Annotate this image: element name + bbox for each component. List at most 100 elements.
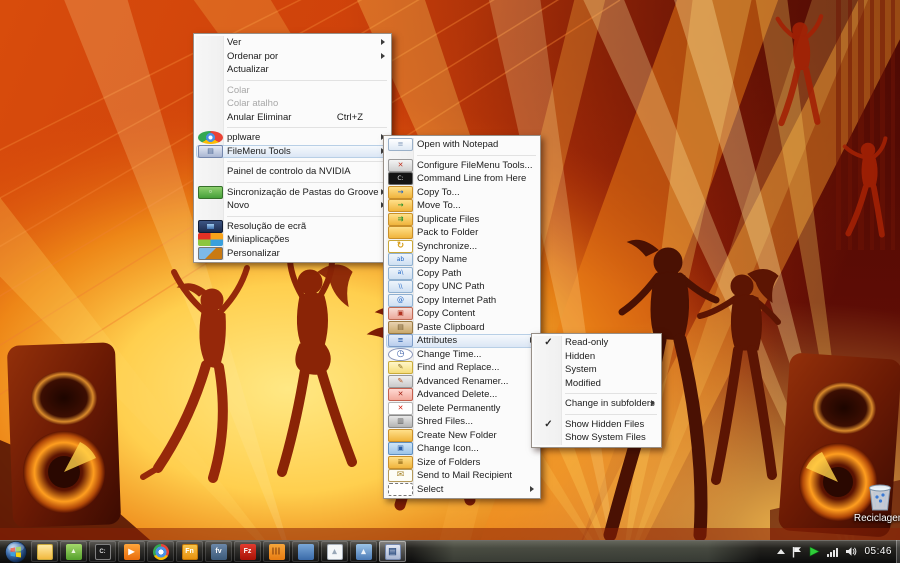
- menu-item-synchronize[interactable]: Synchronize...: [386, 240, 538, 254]
- menu-item-label: Ordenar por: [223, 51, 278, 62]
- menu-item-delete-permanently[interactable]: Delete Permanently: [386, 402, 538, 416]
- menu-item-label: Copy Name: [413, 254, 467, 265]
- show-desktop-button[interactable]: [896, 540, 900, 563]
- recycle-bin[interactable]: Reciclagem: [841, 481, 900, 524]
- menu-item-move-to[interactable]: Move To...: [386, 199, 538, 213]
- menu-item-label: Shred Files...: [413, 416, 473, 427]
- filemenu-tools-icon: [385, 544, 401, 560]
- select-icon: [388, 483, 413, 496]
- menu-item-copy-to[interactable]: Copy To...: [386, 186, 538, 200]
- taskbar-button-orange-bars-app[interactable]: [263, 541, 290, 562]
- taskbar-button-white-image-app[interactable]: [321, 541, 348, 562]
- taskbar-button-filemenu-tools[interactable]: [379, 541, 406, 562]
- taskbar-button-filezilla[interactable]: [234, 541, 261, 562]
- menu-item-painel-de-controlo-da-nvidia[interactable]: Painel de controlo da NVIDIA: [196, 165, 389, 179]
- taskbar-button-blue-doc-app[interactable]: [205, 541, 232, 562]
- menu-item-colar-atalho: Colar atalho: [196, 97, 389, 111]
- menu-item-novo[interactable]: Novo: [196, 199, 389, 213]
- menu-item-shortcut: Ctrl+Z: [337, 112, 375, 123]
- menu-item-read-only[interactable]: ✓Read-only: [534, 336, 659, 350]
- menu-item-ordenar-por[interactable]: Ordenar por: [196, 50, 389, 64]
- green-status-icon[interactable]: [809, 546, 820, 557]
- floor-strip: [0, 528, 900, 540]
- menu-item-find-and-replace[interactable]: Find and Replace...: [386, 361, 538, 375]
- menu-item-label: pplware: [223, 132, 260, 143]
- menu-item-label: Personalizar: [223, 248, 280, 259]
- menu-item-label: Copy Path: [413, 268, 461, 279]
- submenu-arrow-icon: [530, 486, 534, 492]
- menu-item-size-of-folders[interactable]: Size of Folders: [386, 456, 538, 470]
- menu-item-open-with-notepad[interactable]: Open with Notepad: [386, 138, 538, 152]
- taskbar-button-blue-image-app[interactable]: [350, 541, 377, 562]
- taskbar-button-blue-app[interactable]: [292, 541, 319, 562]
- taskbar-clock[interactable]: 05:46: [864, 546, 892, 557]
- menu-item-advanced-renamer[interactable]: Advanced Renamer...: [386, 375, 538, 389]
- menu-item-advanced-delete[interactable]: Advanced Delete...: [386, 388, 538, 402]
- taskbar-button-orange-folder-app[interactable]: [176, 541, 203, 562]
- menu-item-label: Synchronize...: [413, 241, 477, 252]
- checkmark-icon: ✓: [536, 419, 561, 430]
- menu-item-duplicate-files[interactable]: Duplicate Files: [386, 213, 538, 227]
- chrome-icon: [198, 131, 223, 144]
- filemenu-tools-submenu: Open with Notepad Configure FileMenu Tool…: [383, 135, 541, 499]
- paste-icon: [388, 321, 413, 334]
- newfolder-icon: [388, 429, 413, 442]
- menu-item-label: Anular Eliminar: [223, 112, 291, 123]
- menu-separator: [227, 182, 387, 183]
- attributes-icon: [388, 334, 413, 347]
- menu-item-label: Copy To...: [413, 187, 460, 198]
- taskbar-button-green-app[interactable]: [60, 541, 87, 562]
- taskbar-button-chrome[interactable]: [147, 541, 174, 562]
- menu-item-system[interactable]: System: [534, 363, 659, 377]
- menu-item-create-new-folder[interactable]: Create New Folder: [386, 429, 538, 443]
- start-button[interactable]: [5, 541, 27, 563]
- menu-item-personalizar[interactable]: Personalizar: [196, 247, 389, 261]
- menu-item-configure-filemenu-tools[interactable]: Configure FileMenu Tools...: [386, 159, 538, 173]
- menu-item-copy-path[interactable]: Copy Path: [386, 267, 538, 281]
- filezilla-icon: [240, 544, 256, 560]
- menu-item-shred-files[interactable]: Shred Files...: [386, 415, 538, 429]
- menu-item-sincroniza-o-de-pastas-do-groove[interactable]: Sincronização de Pastas do Groove: [196, 186, 389, 200]
- menu-item-copy-name[interactable]: Copy Name: [386, 253, 538, 267]
- menu-item-change-icon[interactable]: Change Icon...: [386, 442, 538, 456]
- menu-item-pplware[interactable]: pplware: [196, 131, 389, 145]
- menu-item-attributes[interactable]: Attributes: [386, 334, 538, 348]
- menu-item-miniaplica-es[interactable]: Miniaplicações: [196, 233, 389, 247]
- menu-item-copy-content[interactable]: Copy Content: [386, 307, 538, 321]
- action-center-flag-icon[interactable]: [792, 546, 802, 558]
- menu-item-change-in-subfolders[interactable]: Change in subfolders: [534, 397, 659, 411]
- explorer-icon: [37, 544, 53, 560]
- taskbar-button-command-prompt[interactable]: [89, 541, 116, 562]
- menu-item-change-time[interactable]: Change Time...: [386, 348, 538, 362]
- menu-item-command-line-from-here[interactable]: Command Line from Here: [386, 172, 538, 186]
- recycle-bin-icon: [865, 481, 895, 512]
- menu-item-label: Change Icon...: [413, 443, 479, 454]
- network-signal-icon[interactable]: [827, 547, 838, 557]
- submenu-arrow-icon: [381, 53, 385, 59]
- menu-item-ver[interactable]: Ver: [196, 36, 389, 50]
- menu-item-show-system-files[interactable]: Show System Files: [534, 431, 659, 445]
- menu-item-copy-unc-path[interactable]: Copy UNC Path: [386, 280, 538, 294]
- copy-name-icon: [388, 253, 413, 266]
- menu-item-actualizar[interactable]: Actualizar: [196, 63, 389, 77]
- menu-item-copy-internet-path[interactable]: Copy Internet Path: [386, 294, 538, 308]
- menu-item-resolu-o-de-ecr[interactable]: Resolução de ecrã: [196, 220, 389, 234]
- menu-item-paste-clipboard[interactable]: Paste Clipboard: [386, 321, 538, 335]
- copy-content-icon: [388, 307, 413, 320]
- menu-item-hidden[interactable]: Hidden: [534, 350, 659, 364]
- taskbar-button-media-player[interactable]: [118, 541, 145, 562]
- menu-item-filemenu-tools[interactable]: FileMenu Tools: [196, 145, 389, 159]
- desktop: Reciclagem VerOrdenar porActualizar Colar…: [0, 0, 900, 563]
- show-hidden-icons-button[interactable]: [777, 549, 785, 554]
- menu-item-label: Duplicate Files: [413, 214, 479, 225]
- display-icon: [198, 220, 223, 233]
- menu-item-show-hidden-files[interactable]: ✓Show Hidden Files: [534, 418, 659, 432]
- menu-item-modified[interactable]: Modified: [534, 377, 659, 391]
- volume-icon[interactable]: [845, 546, 857, 557]
- menu-item-select[interactable]: Select: [386, 483, 538, 497]
- taskbar-button-explorer[interactable]: [31, 541, 58, 562]
- menu-item-pack-to-folder[interactable]: Pack to Folder: [386, 226, 538, 240]
- menu-item-send-to-mail-recipient[interactable]: Send to Mail Recipient: [386, 469, 538, 483]
- menu-item-anular-eliminar[interactable]: Anular Eliminar Ctrl+Z: [196, 111, 389, 125]
- menu-item-label: Copy Content: [413, 308, 475, 319]
